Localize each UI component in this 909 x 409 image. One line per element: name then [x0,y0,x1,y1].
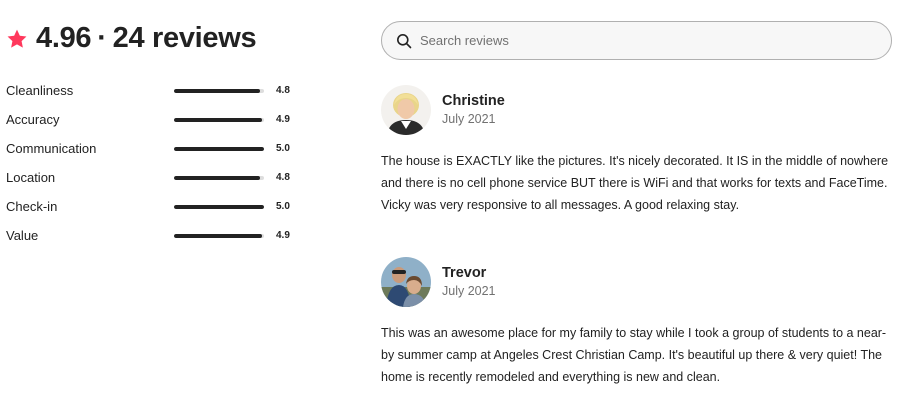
rating-summary: 4.96 · 24 reviews [6,22,257,55]
rating-row-check-in: Check-in 5.0 [6,192,298,221]
avatar[interactable] [381,257,431,307]
rating-bar-fill [174,175,261,180]
rating-bar-fill [174,117,263,122]
reviewer-name: Trevor [442,265,487,281]
review-text: This was an awesome place for my family … [381,326,887,384]
avatar[interactable] [381,85,431,135]
rating-label: Value [6,228,39,243]
review-card: Christine July 2021 The house is EXACTLY… [381,84,896,216]
review-date: July 2021 [442,284,496,298]
rating-bar [174,88,264,93]
review-text: The house is EXACTLY like the pictures. … [381,154,889,212]
rating-bar-fill [174,146,264,151]
rating-summary-text: 4.96 · 24 reviews [36,22,257,55]
reviewer-name: Christine [442,93,505,109]
search-reviews-bar[interactable] [381,21,892,60]
rating-label: Location [6,170,56,185]
summary-separator: · [97,22,107,54]
rating-label: Cleanliness [6,83,74,98]
review-header: Christine July 2021 [381,84,896,136]
rating-value: 4.9 [276,114,290,125]
review-card: Trevor July 2021 This was an awesome pla… [381,256,896,388]
rating-value: 4.9 [276,230,290,241]
rating-label: Check-in [6,199,58,214]
rating-bar-fill [174,233,263,238]
review-header: Trevor July 2021 [381,256,896,308]
rating-value: 4.8 [276,85,290,96]
rating-label: Communication [6,141,97,156]
rating-bar [174,233,264,238]
overall-rating: 4.96 [36,22,92,54]
category-ratings: Cleanliness 4.8 Accuracy 4.9 Communicati… [6,76,298,250]
rating-row-cleanliness: Cleanliness 4.8 [6,76,298,105]
search-icon [397,33,412,48]
rating-bar-fill [174,204,264,209]
rating-row-accuracy: Accuracy 4.9 [6,105,298,134]
reviews-count: 24 reviews [112,22,257,54]
rating-bar [174,204,264,209]
search-reviews-input[interactable] [420,33,860,48]
review-date: July 2021 [442,112,496,126]
rating-value: 5.0 [276,143,290,154]
rating-bar [174,175,264,180]
rating-label: Accuracy [6,112,60,127]
rating-bar [174,117,264,122]
star-icon [7,29,27,48]
rating-value: 4.8 [276,172,290,183]
rating-bar-fill [174,88,261,93]
rating-row-value: Value 4.9 [6,221,298,250]
rating-value: 5.0 [276,201,290,212]
rating-row-location: Location 4.8 [6,163,298,192]
rating-row-communication: Communication 5.0 [6,134,298,163]
rating-bar [174,146,264,151]
